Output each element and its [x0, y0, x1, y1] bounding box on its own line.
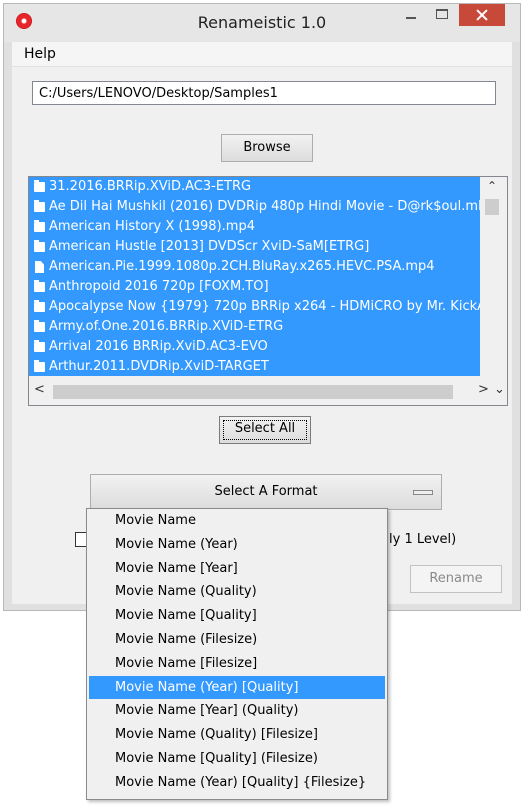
horizontal-scrollbar[interactable]: < > ⌄	[29, 376, 507, 405]
file-list-item[interactable]: Arrival 2016 BRRip.XviD.AC3-EVO	[29, 337, 480, 357]
file-name: Arthur.2011.DVDRip.XviD-TARGET	[49, 359, 269, 374]
scroll-right-icon[interactable]: >	[478, 382, 489, 397]
file-name: Ae Dil Hai Mushkil (2016) DVDRip 480p Hi…	[49, 199, 480, 214]
folder-icon	[34, 240, 45, 252]
folder-icon	[34, 220, 45, 232]
file-list-item[interactable]: Anthropoid 2016 720p [FOXM.TO]	[29, 277, 480, 297]
folder-icon	[34, 320, 45, 332]
format-option[interactable]: Movie Name [Year]	[87, 557, 387, 581]
scroll-left-icon[interactable]: <	[34, 382, 45, 397]
vertical-scrollbar[interactable]: ⌃	[480, 177, 507, 376]
title-bar[interactable]: Renameistic 1.0	[4, 4, 520, 42]
folder-icon	[34, 300, 45, 312]
file-name: American.Pie.1999.1080p.2CH.BluRay.x265.…	[49, 259, 435, 274]
file-name: Anthropoid 2016 720p [FOXM.TO]	[49, 279, 269, 294]
format-option[interactable]: Movie Name [Year] (Quality)	[87, 699, 387, 723]
browse-button[interactable]: Browse	[221, 134, 313, 162]
format-option[interactable]: Movie Name [Filesize]	[87, 652, 387, 676]
file-list-item[interactable]: Arthur.2011.DVDRip.XviD-TARGET	[29, 357, 480, 376]
file-list-item[interactable]: Ae Dil Hai Mushkil (2016) DVDRip 480p Hi…	[29, 197, 480, 217]
level-option-label: ly 1 Level)	[389, 532, 457, 547]
folder-icon	[34, 360, 45, 372]
menu-bar: Help	[12, 42, 512, 67]
menu-help[interactable]: Help	[24, 46, 56, 62]
format-select-label: Select A Format	[214, 484, 318, 499]
file-name: American Hustle [2013] DVDScr XviD-SaM[E…	[49, 239, 370, 254]
file-list-item[interactable]: American Hustle [2013] DVDScr XviD-SaM[E…	[29, 237, 480, 257]
file-list-rows: 31.2016.BRRip.XViD.AC3-ETRG Ae Dil Hai Mu…	[29, 177, 480, 376]
format-option[interactable]: Movie Name (Year)	[87, 533, 387, 557]
close-icon[interactable]	[459, 4, 505, 26]
folder-icon	[34, 180, 45, 192]
format-option[interactable]: Movie Name (Quality) [Filesize]	[87, 723, 387, 747]
file-name: Apocalypse Now {1979} 720p BRRip x264 - …	[49, 299, 480, 314]
file-icon	[35, 261, 44, 273]
scroll-down-icon[interactable]: ⌄	[494, 382, 505, 397]
format-dropdown-menu: Movie Name Movie Name (Year) Movie Name [Y…	[86, 508, 388, 800]
horizontal-scroll-thumb[interactable]	[53, 385, 453, 399]
vertical-scroll-thumb[interactable]	[485, 199, 499, 215]
file-list-item[interactable]: American History X (1998).mp4	[29, 217, 480, 237]
format-option[interactable]: Movie Name [Quality] (Filesize)	[87, 747, 387, 771]
rename-button[interactable]: Rename	[410, 565, 502, 593]
file-name: American History X (1998).mp4	[49, 219, 255, 234]
format-option[interactable]: Movie Name (Year) [Quality]	[89, 675, 385, 700]
file-name: Army.of.One.2016.BRRip.XViD-ETRG	[49, 319, 284, 334]
maximize-icon[interactable]	[427, 4, 457, 26]
format-option[interactable]: Movie Name	[87, 509, 387, 533]
format-select-button[interactable]: Select A Format	[90, 474, 442, 510]
file-name: 31.2016.BRRip.XViD.AC3-ETRG	[49, 179, 252, 194]
path-input[interactable]	[32, 81, 496, 105]
file-list-item[interactable]: Apocalypse Now {1979} 720p BRRip x264 - …	[29, 297, 480, 317]
minimize-icon[interactable]	[396, 4, 426, 26]
scroll-up-icon[interactable]: ⌃	[487, 179, 497, 193]
format-option[interactable]: Movie Name (Year) [Quality] {Filesize}	[87, 771, 387, 795]
format-option[interactable]: Movie Name [Quality]	[87, 604, 387, 628]
file-list-item[interactable]: Army.of.One.2016.BRRip.XViD-ETRG	[29, 317, 480, 337]
folder-icon	[34, 280, 45, 292]
dropdown-handle-icon	[413, 490, 433, 495]
file-list-item[interactable]: 31.2016.BRRip.XViD.AC3-ETRG	[29, 177, 480, 197]
format-option[interactable]: Movie Name (Quality)	[87, 580, 387, 604]
folder-icon	[34, 340, 45, 352]
folder-icon	[34, 200, 45, 212]
file-list[interactable]: 31.2016.BRRip.XViD.AC3-ETRG Ae Dil Hai Mu…	[28, 176, 508, 406]
file-list-item[interactable]: American.Pie.1999.1080p.2CH.BluRay.x265.…	[29, 257, 480, 277]
file-name: Arrival 2016 BRRip.XviD.AC3-EVO	[49, 339, 268, 354]
format-option[interactable]: Movie Name (Filesize)	[87, 628, 387, 652]
select-all-button[interactable]: Select All	[219, 416, 311, 444]
